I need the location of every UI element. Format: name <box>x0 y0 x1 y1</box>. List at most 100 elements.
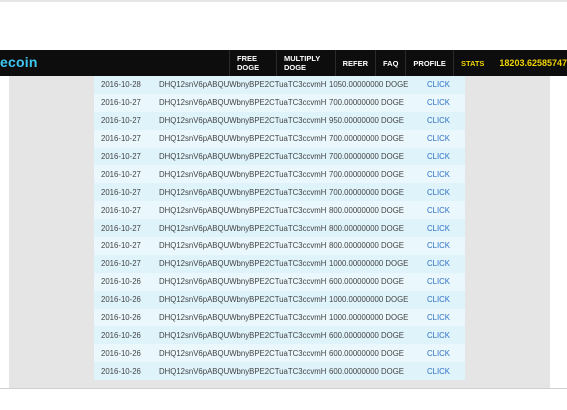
nav-profile[interactable]: PROFILE <box>405 50 453 76</box>
click-link[interactable]: CLICK <box>427 259 450 268</box>
table-row: 2016-10-27 DHQ12snV6pABQUWbnyBPE2CTuaTC3c… <box>94 237 465 255</box>
table-row: 2016-10-26 DHQ12snV6pABQUWbnyBPE2CTuaTC3c… <box>94 308 465 327</box>
date-cell: 2016-10-26 <box>101 277 141 287</box>
amount-cell: 700.00000000 DOGE <box>329 134 404 144</box>
table-row: 2016-10-26 DHQ12snV6pABQUWbnyBPE2CTuaTC3c… <box>94 344 465 363</box>
date-cell: 2016-10-27 <box>101 205 141 215</box>
address-cell: DHQ12snV6pABQUWbnyBPE2CTuaTC3ccvmH <box>159 152 327 161</box>
click-link[interactable]: CLICK <box>427 224 450 233</box>
date-cell: 2016-10-27 <box>101 152 141 161</box>
amount-cell: 700.00000000 DOGE <box>329 152 404 161</box>
amount-cell: 950.00000000 DOGE <box>329 116 404 126</box>
address-cell: DHQ12snV6pABQUWbnyBPE2CTuaTC3ccvmH <box>159 348 327 358</box>
amount-cell: 800.00000000 DOGE <box>329 241 404 251</box>
click-link[interactable]: CLICK <box>427 313 450 322</box>
table-row: 2016-10-27 DHQ12snV6pABQUWbnyBPE2CTuaTC3c… <box>94 147 465 166</box>
site-navbar: ecoin FREE DOGE MULTIPLY DOGE REFER FAQ … <box>0 50 567 76</box>
amount-cell: 700.00000000 DOGE <box>329 187 404 197</box>
amount-cell: 1000.00000000 DOGE <box>329 259 409 269</box>
table-row: 2016-10-26 DHQ12snV6pABQUWbnyBPE2CTuaTC3c… <box>94 326 465 345</box>
address-cell: DHQ12snV6pABQUWbnyBPE2CTuaTC3ccvmH <box>159 134 327 144</box>
amount-cell: 600.00000000 DOGE <box>329 277 404 287</box>
click-link[interactable]: CLICK <box>427 98 450 107</box>
nav-multiply-doge[interactable]: MULTIPLY DOGE <box>275 50 335 76</box>
table-row: 2016-10-27 DHQ12snV6pABQUWbnyBPE2CTuaTC3c… <box>94 93 465 112</box>
amount-cell: 700.00000000 DOGE <box>329 98 404 108</box>
table-row: 2016-10-26 DHQ12snV6pABQUWbnyBPE2CTuaTC3c… <box>94 290 465 309</box>
table-row: 2016-10-27 DHQ12snV6pABQUWbnyBPE2CTuaTC3c… <box>94 111 465 130</box>
amount-cell: 600.00000000 DOGE <box>329 330 404 340</box>
address-cell: DHQ12snV6pABQUWbnyBPE2CTuaTC3ccvmH <box>159 313 327 323</box>
address-cell: DHQ12snV6pABQUWbnyBPE2CTuaTC3ccvmH <box>159 116 327 126</box>
amount-cell: 1000.00000000 DOGE <box>329 313 409 323</box>
click-link[interactable]: CLICK <box>427 331 450 340</box>
nav-refer[interactable]: REFER <box>334 50 375 76</box>
table-row: 2016-10-27 DHQ12snV6pABQUWbnyBPE2CTuaTC3c… <box>94 219 465 238</box>
table-row: 2016-10-27 DHQ12snV6pABQUWbnyBPE2CTuaTC3c… <box>94 165 465 184</box>
site-logo[interactable]: ecoin <box>0 54 38 70</box>
nav-faq[interactable]: FAQ <box>375 50 405 76</box>
date-cell: 2016-10-27 <box>101 169 141 179</box>
amount-cell: 800.00000000 DOGE <box>329 205 404 215</box>
date-cell: 2016-10-27 <box>101 241 141 251</box>
address-cell: DHQ12snV6pABQUWbnyBPE2CTuaTC3ccvmH <box>159 223 327 233</box>
date-cell: 2016-10-26 <box>101 366 141 376</box>
date-cell: 2016-10-27 <box>101 134 141 144</box>
date-cell: 2016-10-27 <box>101 98 141 108</box>
date-cell: 2016-10-27 <box>101 187 141 197</box>
address-cell: DHQ12snV6pABQUWbnyBPE2CTuaTC3ccvmH <box>159 98 327 108</box>
click-link[interactable]: CLICK <box>427 188 450 197</box>
address-cell: DHQ12snV6pABQUWbnyBPE2CTuaTC3ccvmH <box>159 169 327 179</box>
table-row: 2016-10-26 DHQ12snV6pABQUWbnyBPE2CTuaTC3c… <box>94 272 465 291</box>
date-cell: 2016-10-26 <box>101 348 141 358</box>
address-cell: DHQ12snV6pABQUWbnyBPE2CTuaTC3ccvmH <box>159 205 327 215</box>
payouts-table: 2016-10-28 DHQ12snV6pABQUWbnyBPE2CTuaTC3c… <box>94 76 465 381</box>
click-link[interactable]: CLICK <box>427 134 450 143</box>
nav-stats[interactable]: STATS <box>452 50 491 76</box>
main-content: 2016-10-28 DHQ12snV6pABQUWbnyBPE2CTuaTC3c… <box>9 76 550 388</box>
click-link[interactable]: CLICK <box>427 241 450 250</box>
click-link[interactable]: CLICK <box>427 152 450 161</box>
date-cell: 2016-10-28 <box>101 80 141 90</box>
address-cell: DHQ12snV6pABQUWbnyBPE2CTuaTC3ccvmH <box>159 295 327 305</box>
table-row: 2016-10-28 DHQ12snV6pABQUWbnyBPE2CTuaTC3c… <box>94 76 465 94</box>
nav-menu: FREE DOGE MULTIPLY DOGE REFER FAQ PROFIL… <box>229 50 567 76</box>
table-row: 2016-10-26 DHQ12snV6pABQUWbnyBPE2CTuaTC3c… <box>94 362 465 381</box>
amount-cell: 600.00000000 DOGE <box>329 348 404 358</box>
click-link[interactable]: CLICK <box>427 349 450 358</box>
click-link[interactable]: CLICK <box>427 206 450 215</box>
address-cell: DHQ12snV6pABQUWbnyBPE2CTuaTC3ccvmH <box>159 187 327 197</box>
page-top-area <box>0 0 567 50</box>
table-row: 2016-10-27 DHQ12snV6pABQUWbnyBPE2CTuaTC3c… <box>94 183 465 202</box>
amount-cell: 600.00000000 DOGE <box>329 366 404 376</box>
click-link[interactable]: CLICK <box>427 367 450 376</box>
click-link[interactable]: CLICK <box>427 170 450 179</box>
address-cell: DHQ12snV6pABQUWbnyBPE2CTuaTC3ccvmH <box>159 330 327 340</box>
click-link[interactable]: CLICK <box>427 116 450 125</box>
table-row: 2016-10-27 DHQ12snV6pABQUWbnyBPE2CTuaTC3c… <box>94 201 465 220</box>
balance-display: 18203.62585747 <box>499 58 567 68</box>
top-divider <box>0 0 567 2</box>
amount-cell: 1050.00000000 DOGE <box>329 80 409 90</box>
amount-cell: 700.00000000 DOGE <box>329 169 404 179</box>
address-cell: DHQ12snV6pABQUWbnyBPE2CTuaTC3ccvmH <box>159 366 327 376</box>
table-row: 2016-10-27 DHQ12snV6pABQUWbnyBPE2CTuaTC3c… <box>94 129 465 148</box>
bottom-divider <box>0 388 567 389</box>
date-cell: 2016-10-27 <box>101 259 141 269</box>
nav-free-doge[interactable]: FREE DOGE <box>229 50 276 76</box>
address-cell: DHQ12snV6pABQUWbnyBPE2CTuaTC3ccvmH <box>159 277 327 287</box>
click-link[interactable]: CLICK <box>427 80 450 89</box>
table-row: 2016-10-27 DHQ12snV6pABQUWbnyBPE2CTuaTC3c… <box>94 254 465 273</box>
click-link[interactable]: CLICK <box>427 295 450 304</box>
address-cell: DHQ12snV6pABQUWbnyBPE2CTuaTC3ccvmH <box>159 241 327 251</box>
amount-cell: 800.00000000 DOGE <box>329 223 404 233</box>
address-cell: DHQ12snV6pABQUWbnyBPE2CTuaTC3ccvmH <box>159 80 327 90</box>
date-cell: 2016-10-26 <box>101 330 141 340</box>
date-cell: 2016-10-27 <box>101 116 141 126</box>
date-cell: 2016-10-26 <box>101 313 141 323</box>
date-cell: 2016-10-26 <box>101 295 141 305</box>
amount-cell: 1000.00000000 DOGE <box>329 295 409 305</box>
address-cell: DHQ12snV6pABQUWbnyBPE2CTuaTC3ccvmH <box>159 259 327 269</box>
date-cell: 2016-10-27 <box>101 223 141 233</box>
click-link[interactable]: CLICK <box>427 277 450 286</box>
